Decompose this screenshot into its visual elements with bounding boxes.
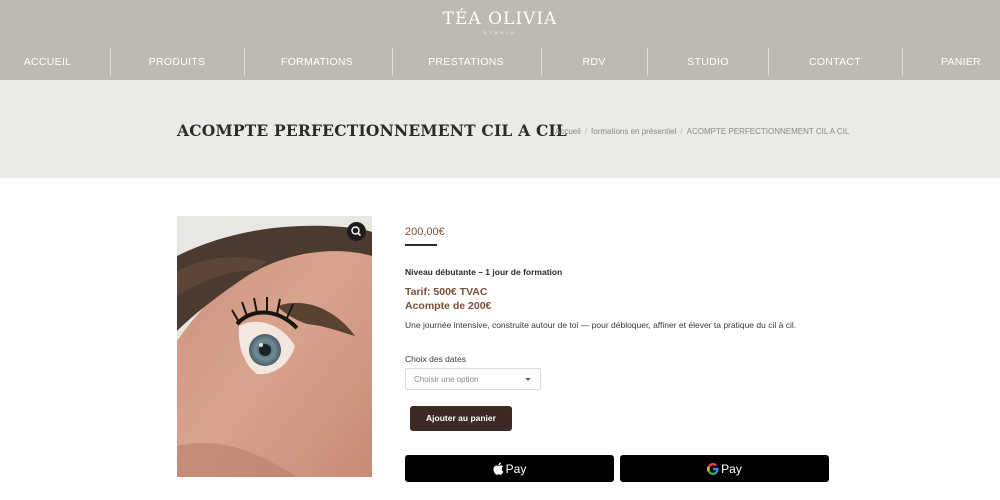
- brand-sub: STUDIO: [483, 30, 517, 35]
- breadcrumb-separator: /: [584, 127, 588, 136]
- product-acompte: Acompte de 200€: [405, 300, 492, 312]
- nav-item-rdv[interactable]: RDV: [560, 48, 628, 76]
- nav-divider: [244, 48, 245, 76]
- breadcrumb-separator: /: [680, 127, 683, 136]
- breadcrumb: Accueil / formations en présentiel / ACOMPTE…: [555, 127, 849, 136]
- nav-item-panier[interactable]: PANIER: [920, 48, 1000, 76]
- apple-pay-button[interactable]: Pay: [405, 455, 614, 482]
- product-image[interactable]: [177, 216, 372, 477]
- page-title-band: ACOMPTE PERFECTIONNEMENT CIL A CIL Accue…: [0, 80, 1000, 178]
- nav-divider: [541, 48, 542, 76]
- brand-logo[interactable]: TÉA OLIVIA STUDIO: [0, 8, 1000, 36]
- google-icon: [707, 462, 719, 475]
- product-price: 200,00€: [405, 226, 445, 238]
- breadcrumb-current: ACOMPTE PERFECTIONNEMENT CIL A CIL: [686, 127, 850, 136]
- search-icon: [351, 226, 362, 237]
- product-description: Une journée intensive, construite autour…: [405, 320, 797, 330]
- nav-divider: [392, 48, 393, 76]
- nav-item-formations[interactable]: FORMATIONS: [262, 48, 372, 76]
- product-photo: [177, 216, 372, 477]
- apple-pay-label: Pay: [505, 461, 527, 476]
- price-divider: [405, 244, 437, 246]
- nav-item-prestations[interactable]: PRESTATIONS: [411, 48, 521, 76]
- page-title: ACOMPTE PERFECTIONNEMENT CIL A CIL: [177, 121, 568, 140]
- nav-item-produits[interactable]: PRODUITS: [127, 48, 227, 76]
- dates-select[interactable]: Choisir une option: [405, 368, 541, 390]
- nav-item-accueil[interactable]: ACCUEIL: [0, 48, 95, 76]
- main-nav: ACCUEIL PRODUITS FORMATIONS PRESTATIONS …: [0, 48, 1000, 76]
- chevron-down-icon: [525, 378, 531, 381]
- google-pay-label: Pay: [721, 461, 742, 476]
- site-header: TÉA OLIVIA STUDIO ACCUEIL PRODUITS FORMA…: [0, 0, 1000, 80]
- dates-select-value: Choisir une option: [414, 375, 479, 384]
- product-level: Niveau débutante – 1 jour de formation: [405, 267, 563, 277]
- nav-divider: [647, 48, 648, 76]
- product-tarif: Tarif: 500€ TVAC: [405, 286, 488, 298]
- google-pay-button[interactable]: Pay: [620, 455, 829, 482]
- breadcrumb-home[interactable]: Accueil: [555, 127, 581, 136]
- nav-item-contact[interactable]: CONTACT: [785, 48, 885, 76]
- nav-divider: [110, 48, 111, 76]
- brand-name: TÉA OLIVIA: [442, 9, 558, 29]
- nav-item-studio[interactable]: STUDIO: [668, 48, 748, 76]
- apple-icon: [493, 462, 503, 475]
- zoom-button[interactable]: [347, 222, 366, 241]
- nav-divider: [902, 48, 903, 76]
- add-to-cart-button[interactable]: Ajouter au panier: [410, 406, 512, 431]
- breadcrumb-category[interactable]: formations en présentiel: [591, 127, 676, 136]
- nav-divider: [768, 48, 769, 76]
- dates-label: Choix des dates: [405, 354, 466, 364]
